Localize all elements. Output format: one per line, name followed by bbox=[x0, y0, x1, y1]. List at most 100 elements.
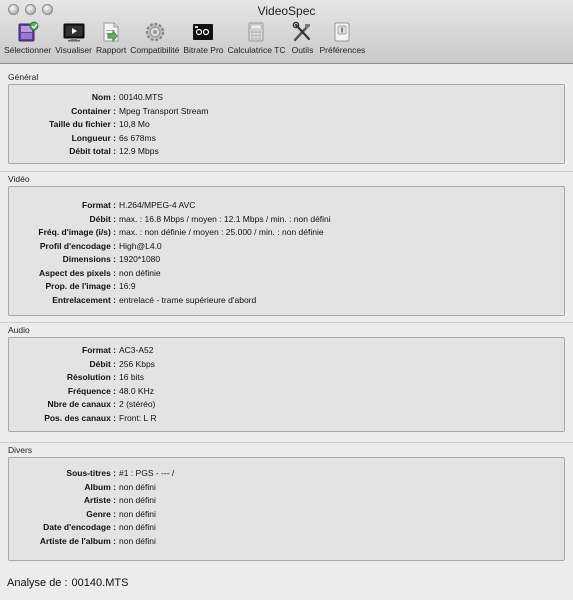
analysis-filename: 00140.MTS bbox=[71, 577, 129, 589]
info-row: Dimensions :1920*1080 bbox=[9, 253, 564, 267]
info-value: 256 Kbps bbox=[119, 358, 155, 369]
info-row: Profil d'encodage : High@L4.0 bbox=[9, 240, 564, 254]
tools-icon bbox=[289, 21, 315, 43]
info-row: Taille du fichier :10,8 Mo bbox=[9, 118, 564, 132]
info-key: Container : bbox=[71, 105, 116, 116]
info-value: 6s 678ms bbox=[119, 132, 156, 143]
info-row: Pos. des canaux : Front: L R bbox=[9, 412, 564, 426]
info-row: Débit total :12.9 Mbps bbox=[9, 145, 564, 159]
info-key: Format : bbox=[82, 345, 116, 355]
audio-info-box: Format : AC3-A52 Débit :256 Kbps Résoluti… bbox=[8, 337, 565, 432]
analysis-label: Analyse de : bbox=[7, 577, 68, 589]
divers-info-box: Sous-titres : #1 : PGS - --- / Album : non… bbox=[8, 457, 565, 561]
toolbar-bitrate-button[interactable]: Bitrate Pro bbox=[183, 21, 224, 55]
info-key: Entrelacement : bbox=[52, 294, 116, 305]
toolbar-select-button[interactable]: Sélectionner bbox=[4, 21, 51, 55]
section-label-audio: Audio bbox=[8, 325, 30, 335]
info-value: 00140.MTS bbox=[119, 92, 163, 102]
info-value: entrelacé - trame supérieure d'abord bbox=[119, 294, 257, 305]
info-key: Taille du fichier : bbox=[49, 119, 116, 129]
videospec-window: VideoSpec Sélectionner Visualiser Rappor… bbox=[0, 0, 573, 600]
info-value: 2 (stéréo) bbox=[119, 399, 156, 409]
toolbar-label: Calculatrice TC bbox=[227, 45, 286, 55]
info-row: Longueur :6s 678ms bbox=[9, 132, 564, 146]
info-row: Nbre de canaux :2 (stéréo) bbox=[9, 398, 564, 412]
bitrate-icon bbox=[190, 21, 216, 43]
toolbar-tc-calculator-button[interactable]: Calculatrice TC bbox=[227, 21, 286, 55]
info-key: Débit : bbox=[89, 213, 116, 224]
report-icon bbox=[98, 21, 124, 43]
window-chrome: VideoSpec Sélectionner Visualiser Rappor… bbox=[0, 0, 573, 64]
section-label-divers: Divers bbox=[8, 445, 33, 455]
info-key: Longueur : bbox=[71, 132, 116, 143]
info-row: Résolution :16 bits bbox=[9, 371, 564, 385]
info-value: non défini bbox=[119, 522, 156, 532]
info-row: Fréquence :48.0 KHz bbox=[9, 385, 564, 399]
section-label-general: Général bbox=[8, 72, 39, 82]
info-key: Prop. de l'image : bbox=[45, 281, 116, 291]
preferences-icon bbox=[329, 21, 355, 43]
analysis-status: Analyse de :00140.MTS bbox=[7, 577, 132, 589]
info-row: Album : non défini bbox=[9, 481, 564, 495]
toolbar-label: Sélectionner bbox=[4, 45, 52, 55]
info-row: Artiste : non défini bbox=[9, 494, 564, 508]
info-key: Sous-titres : bbox=[66, 468, 116, 478]
info-value: 12.9 Mbps bbox=[119, 146, 159, 156]
info-row: Format : H.264/MPEG-4 AVC bbox=[9, 199, 564, 213]
info-key: Fréquence : bbox=[67, 385, 116, 396]
toolbar-report-button[interactable]: Rapport bbox=[96, 21, 126, 55]
info-row: Débit : max. : 16.8 Mbps / moyen : 12.1 M… bbox=[9, 213, 564, 227]
toolbar-label: Préférences bbox=[319, 45, 366, 55]
info-key: Nbre de canaux : bbox=[47, 399, 117, 409]
info-value: 16:9 bbox=[119, 281, 136, 291]
info-row: Prop. de l'image :16:9 bbox=[9, 280, 564, 294]
info-value: non défini bbox=[119, 495, 156, 505]
info-key: Débit total : bbox=[69, 146, 116, 156]
toolbar-label: Compatibilité bbox=[130, 45, 180, 55]
info-row: Fréq. d'image (i/s) : max. : non définie … bbox=[9, 226, 564, 240]
info-key: Fréq. d'image (i/s) : bbox=[38, 227, 116, 237]
info-key: Profil d'encodage : bbox=[39, 240, 116, 251]
info-value: H.264/MPEG-4 AVC bbox=[119, 200, 196, 210]
info-value: non défini bbox=[119, 535, 156, 546]
info-key: Artiste de l'album : bbox=[39, 535, 116, 546]
video-info-box: Format : H.264/MPEG-4 AVC Débit : max. : 1… bbox=[8, 186, 565, 316]
info-row: Nom :00140.MTS bbox=[9, 91, 564, 105]
monitor-icon bbox=[61, 21, 87, 43]
info-row: Container : Mpeg Transport Stream bbox=[9, 105, 564, 119]
info-value: non défini bbox=[119, 481, 156, 492]
info-value: 16 bits bbox=[119, 372, 145, 382]
info-row: Genre : non défini bbox=[9, 508, 564, 522]
toolbar-tools-button[interactable]: Outils bbox=[289, 21, 315, 55]
info-key: Résolution : bbox=[66, 372, 116, 382]
info-row: Artiste de l'album : non défini bbox=[9, 535, 564, 549]
toolbar-preferences-button[interactable]: Préférences bbox=[319, 21, 365, 55]
toolbar-compatibility-button[interactable]: Compatibilité bbox=[130, 21, 179, 55]
info-value: non définie bbox=[119, 267, 161, 278]
toolbar-label: Outils bbox=[291, 45, 314, 55]
film-icon bbox=[15, 21, 41, 43]
info-key: Format : bbox=[82, 200, 116, 210]
info-row: Entrelacement : entrelacé - trame supérie… bbox=[9, 294, 564, 308]
info-value: #1 : PGS - --- / bbox=[119, 468, 175, 478]
info-key: Artiste : bbox=[83, 495, 116, 505]
info-row: Aspect des pixels : non définie bbox=[9, 267, 564, 281]
info-value: 48.0 KHz bbox=[119, 385, 154, 396]
info-value: Front: L R bbox=[119, 412, 157, 423]
info-row: Format : AC3-A52 bbox=[9, 344, 564, 358]
info-key: Aspect des pixels : bbox=[38, 267, 116, 278]
section-label-video: Vidéo bbox=[8, 174, 30, 184]
info-value: max. : 16.8 Mbps / moyen : 12.1 Mbps / m… bbox=[119, 213, 331, 224]
info-key: Genre : bbox=[86, 508, 116, 519]
info-row: Débit :256 Kbps bbox=[9, 358, 564, 372]
info-value: Mpeg Transport Stream bbox=[119, 105, 209, 116]
info-row: Sous-titres : #1 : PGS - --- / bbox=[9, 467, 564, 481]
toolbar-label: Visualiser bbox=[55, 45, 92, 55]
toolbar-view-button[interactable]: Visualiser bbox=[55, 21, 92, 55]
info-value: non défini bbox=[119, 508, 156, 519]
info-value: AC3-A52 bbox=[119, 345, 154, 355]
info-key: Date d'encodage : bbox=[43, 522, 116, 532]
toolbar-label: Rapport bbox=[95, 45, 127, 55]
info-key: Nom : bbox=[91, 92, 116, 102]
gear-icon bbox=[142, 21, 168, 43]
